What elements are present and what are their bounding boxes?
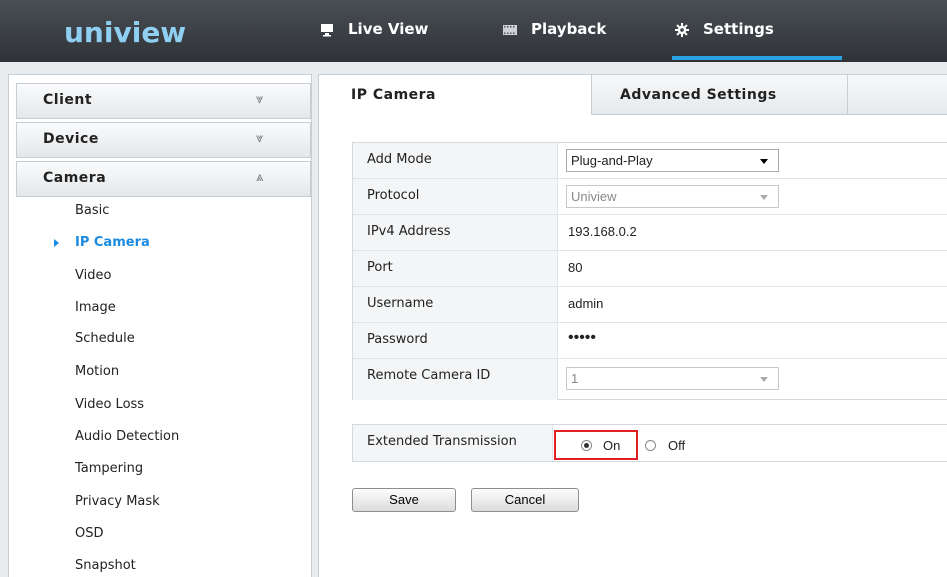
extended-on-label[interactable]: On <box>603 438 620 453</box>
ipv4-label: IPv4 Address <box>367 224 451 239</box>
tab-advanced-settings[interactable]: Advanced Settings <box>592 75 848 115</box>
protocol-value: Uniview <box>571 189 617 204</box>
chevron-double-down-icon: ⩔ <box>256 131 264 146</box>
active-nav-indicator <box>672 56 842 60</box>
sidebar-section-camera[interactable]: Camera ⩓ <box>16 161 311 197</box>
sidebar-item-basic[interactable]: Basic <box>75 203 109 218</box>
settings-sidebar: Client ⩔ Device ⩔ Camera ⩓ <box>8 74 312 577</box>
monitor-icon <box>321 24 333 37</box>
port-value: 80 <box>568 260 583 275</box>
sidebar-item-osd[interactable]: OSD <box>75 526 104 541</box>
chevron-double-up-icon: ⩓ <box>256 170 264 185</box>
form-row-add-mode: Add Mode Plug-and-Play <box>353 143 947 179</box>
protocol-label: Protocol <box>367 188 420 203</box>
nav-playback[interactable]: Playback <box>503 20 606 60</box>
sidebar-section-device[interactable]: Device ⩔ <box>16 122 311 158</box>
uniview-logo: uniview <box>64 16 187 49</box>
sidebar-item-tampering[interactable]: Tampering <box>75 461 143 476</box>
username-label: Username <box>367 296 434 311</box>
sidebar-item-ip-camera[interactable]: IP Camera <box>75 235 150 250</box>
tab-label: IP Camera <box>351 87 436 103</box>
section-label: Device <box>43 131 99 147</box>
form-row-ipv4: IPv4 Address 193.168.0.2 <box>353 215 947 251</box>
form-label-cell: Username <box>353 287 558 322</box>
form-label-cell: Port <box>353 251 558 286</box>
save-button[interactable]: Save <box>352 488 456 512</box>
chevron-double-down-icon: ⩔ <box>256 92 264 107</box>
sidebar-item-image[interactable]: Image <box>75 300 116 315</box>
nav-live-view-label: Live View <box>348 20 429 38</box>
tab-label: Advanced Settings <box>620 87 777 103</box>
nav-playback-label: Playback <box>531 20 607 38</box>
form-row-remote-camera-id: Remote Camera ID 1 <box>353 359 947 400</box>
add-mode-label: Add Mode <box>367 152 432 167</box>
sidebar-item-video-loss[interactable]: Video Loss <box>75 397 144 412</box>
form-label-cell: IPv4 Address <box>353 215 558 250</box>
extended-transmission-label: Extended Transmission <box>367 434 517 449</box>
sidebar-item-motion[interactable]: Motion <box>75 364 119 379</box>
password-label: Password <box>367 332 428 347</box>
password-value: ••••• <box>568 329 597 346</box>
active-item-arrow-icon <box>54 239 59 247</box>
film-icon <box>503 25 517 35</box>
form-row-password: Password ••••• <box>353 323 947 359</box>
ip-camera-form: Add Mode Plug-and-Play Protocol Uniview … <box>352 142 947 400</box>
protocol-select: Uniview <box>566 185 779 208</box>
form-label-cell: Extended Transmission <box>353 425 553 461</box>
form-label-cell: Protocol <box>353 179 558 214</box>
add-mode-select[interactable]: Plug-and-Play <box>566 149 779 172</box>
form-label-cell: Password <box>353 323 558 358</box>
tab-ip-camera[interactable]: IP Camera <box>319 75 592 115</box>
highlight-box <box>554 430 638 460</box>
remote-camera-id-select: 1 <box>566 367 779 390</box>
sidebar-item-privacy-mask[interactable]: Privacy Mask <box>75 494 160 509</box>
dropdown-arrow-icon <box>760 377 768 382</box>
extended-on-radio[interactable] <box>581 440 592 451</box>
cancel-button[interactable]: Cancel <box>471 488 579 512</box>
form-row-port: Port 80 <box>353 251 947 287</box>
sidebar-section-client[interactable]: Client ⩔ <box>16 83 311 119</box>
tab-bar-filler <box>848 75 947 115</box>
gear-icon <box>675 23 689 37</box>
section-label: Client <box>43 92 93 108</box>
top-navigation-bar: uniview Live View Playback Settings <box>0 0 947 62</box>
form-row-protocol: Protocol Uniview <box>353 179 947 215</box>
ipv4-value: 193.168.0.2 <box>568 224 637 239</box>
form-label-cell: Remote Camera ID <box>353 359 558 400</box>
sidebar-item-video[interactable]: Video <box>75 268 111 283</box>
form-row-username: Username admin <box>353 287 947 323</box>
dropdown-arrow-icon <box>760 195 768 200</box>
form-label-cell: Add Mode <box>353 143 558 178</box>
sidebar-item-schedule[interactable]: Schedule <box>75 331 135 346</box>
extended-off-radio[interactable] <box>645 440 656 451</box>
remote-camera-id-value: 1 <box>571 371 579 386</box>
add-mode-value: Plug-and-Play <box>571 153 653 168</box>
extended-off-label[interactable]: Off <box>668 438 685 453</box>
nav-live-view[interactable]: Live View <box>320 20 428 60</box>
dropdown-arrow-icon <box>760 159 768 164</box>
sidebar-item-snapshot[interactable]: Snapshot <box>75 558 136 573</box>
port-label: Port <box>367 260 393 275</box>
remote-camera-id-label: Remote Camera ID <box>367 368 491 383</box>
username-value: admin <box>568 296 604 311</box>
nav-settings-label: Settings <box>703 20 774 38</box>
sidebar-item-audio-detection[interactable]: Audio Detection <box>75 429 179 444</box>
section-label: Camera <box>43 170 107 186</box>
nav-settings[interactable]: Settings <box>675 20 840 60</box>
